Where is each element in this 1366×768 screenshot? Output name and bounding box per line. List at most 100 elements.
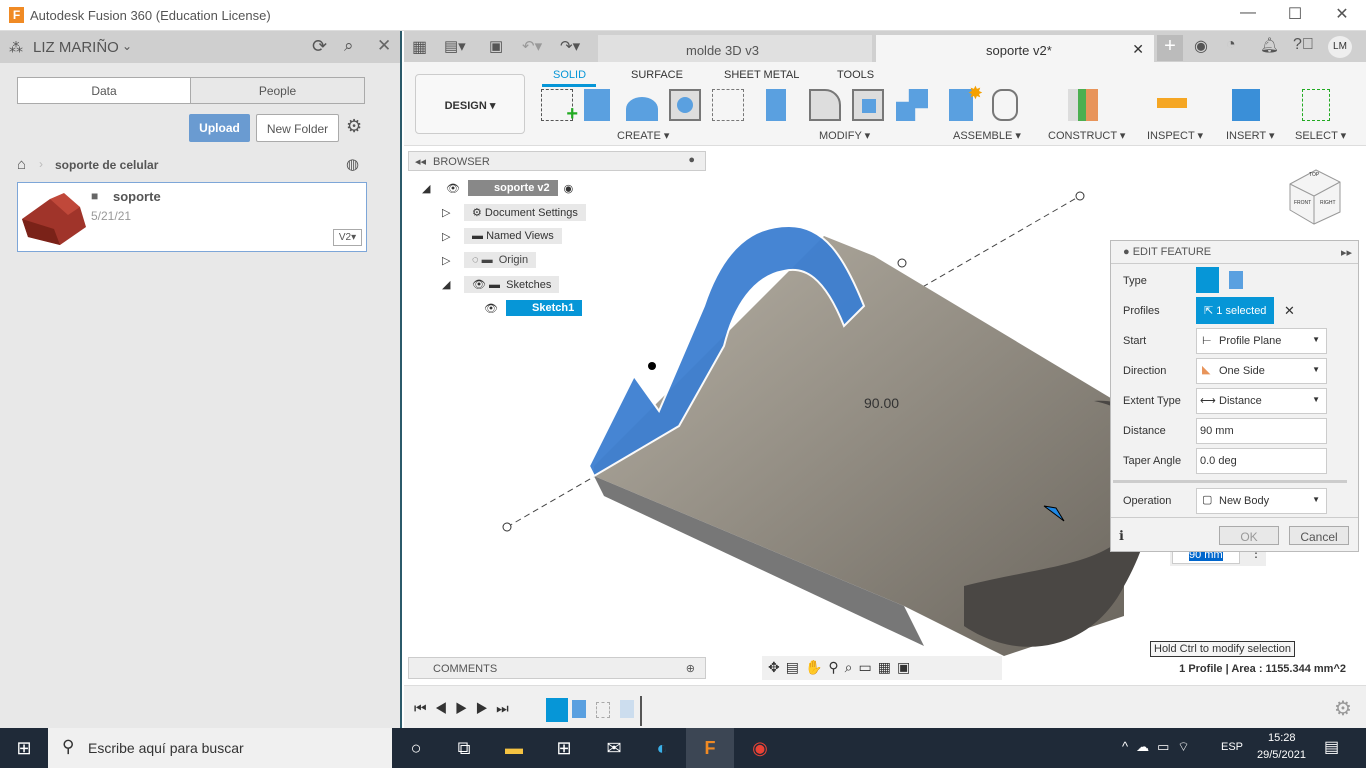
modify-menu[interactable]: MODIFY ▾ xyxy=(819,129,870,142)
fillet-icon[interactable] xyxy=(809,89,841,121)
select-window-icon[interactable] xyxy=(1302,89,1330,121)
type-solid-button[interactable] xyxy=(1196,267,1219,293)
workspace-dropdown[interactable]: DESIGN ▾ xyxy=(415,74,525,134)
tab-soporte-v2[interactable]: soporte v2* ✕ xyxy=(876,35,1154,62)
combine-icon[interactable] xyxy=(896,89,928,121)
file-explorer-icon[interactable]: ▬ xyxy=(490,728,538,768)
select-menu[interactable]: SELECT ▾ xyxy=(1295,129,1346,142)
create-sketch-icon[interactable]: + xyxy=(541,89,578,125)
start-dropdown[interactable]: ⊢ Profile Plane ▼ xyxy=(1196,328,1327,354)
pan-icon[interactable]: ✋ xyxy=(805,659,828,675)
operation-dropdown[interactable]: ▢ New Body ▼ xyxy=(1196,488,1327,514)
tab-surface[interactable]: SURFACE xyxy=(631,69,683,81)
axis-endpoint[interactable] xyxy=(502,522,512,532)
axis-endpoint[interactable] xyxy=(1075,191,1085,201)
extrude-icon[interactable] xyxy=(584,89,610,121)
extensions-icon[interactable]: ◉ xyxy=(1194,36,1208,56)
minimize-button[interactable]: — xyxy=(1228,4,1268,26)
inspect-menu[interactable]: INSPECT ▾ xyxy=(1147,129,1203,142)
joint-icon[interactable] xyxy=(992,89,1018,121)
chrome-icon[interactable]: ◉ xyxy=(736,728,784,768)
tab-sheet-metal[interactable]: SHEET METAL xyxy=(724,69,799,81)
expand-icon[interactable]: ▸▸ xyxy=(1341,246,1352,259)
version-dropdown[interactable]: V2▾ xyxy=(333,229,362,246)
fusion-taskbar-icon[interactable]: F xyxy=(686,728,734,768)
look-at-icon[interactable]: ▤ xyxy=(786,659,805,675)
redo-icon[interactable]: ↷▾ xyxy=(560,37,580,55)
revolve-icon[interactable] xyxy=(626,97,658,121)
taskbar-search[interactable]: ⚲ Escribe aquí para buscar xyxy=(48,728,392,768)
timeline-sketch-item[interactable] xyxy=(546,698,568,722)
file-menu-icon[interactable]: ▤▾ xyxy=(444,37,466,55)
assemble-menu[interactable]: ASSEMBLE ▾ xyxy=(953,129,1021,142)
gear-icon[interactable]: ⚙ xyxy=(346,116,362,137)
add-comment-icon[interactable]: ⊕ xyxy=(686,662,695,675)
profiles-selection[interactable]: ⇱ 1 selected xyxy=(1196,297,1274,324)
tab-solid[interactable]: SOLID xyxy=(553,69,586,81)
file-card[interactable]: ■ soporte 5/21/21 V2▾ xyxy=(17,182,367,252)
tab-data[interactable]: Data xyxy=(17,77,191,104)
timeline-settings-icon[interactable]: ⚙ xyxy=(1334,696,1352,721)
display-settings-icon[interactable]: ▭ xyxy=(859,659,878,675)
mail-icon[interactable]: ✉ xyxy=(590,728,638,768)
hole-icon[interactable] xyxy=(669,89,701,121)
insert-menu[interactable]: INSERT ▾ xyxy=(1226,129,1275,142)
search-icon[interactable]: ⌕ xyxy=(344,36,354,56)
collapse-icon[interactable]: ◂◂ xyxy=(415,155,426,168)
tab-people[interactable]: People xyxy=(190,77,365,104)
ok-button[interactable]: OK xyxy=(1219,526,1279,545)
timeline-extrude-item[interactable] xyxy=(620,700,634,718)
viewcube-top[interactable]: TOP xyxy=(1309,172,1319,178)
tree-item-document-settings[interactable]: ▷ ⚙ Document Settings xyxy=(422,202,702,222)
refresh-icon[interactable]: ⟳ xyxy=(312,36,327,57)
fit-icon[interactable]: ⌕ xyxy=(845,659,859,675)
cancel-button[interactable]: Cancel xyxy=(1289,526,1349,545)
grid-menu-icon[interactable]: ▦ xyxy=(412,37,427,57)
taper-angle-field[interactable]: 0.0 deg xyxy=(1196,448,1327,474)
language-indicator[interactable]: ESP xyxy=(1221,741,1243,753)
home-icon[interactable]: ⌂ xyxy=(17,156,26,173)
close-panel-icon[interactable]: ✕ xyxy=(377,36,391,56)
close-tab-icon[interactable]: ✕ xyxy=(1132,41,1144,58)
globe-icon[interactable]: ◍ xyxy=(346,155,359,173)
measure-icon[interactable] xyxy=(1157,98,1187,108)
axis-endpoint[interactable] xyxy=(897,258,907,268)
clock-date[interactable]: 29/5/2021 xyxy=(1257,749,1306,761)
undo-icon[interactable]: ↶▾ xyxy=(522,37,542,55)
info-icon[interactable]: ℹ xyxy=(1119,528,1124,544)
construct-menu[interactable]: CONSTRUCT ▾ xyxy=(1048,129,1125,142)
press-pull-icon[interactable] xyxy=(766,89,786,121)
viewcube-front[interactable]: FRONT xyxy=(1294,200,1311,206)
timeline-extrude-item[interactable] xyxy=(572,700,586,718)
zoom-icon[interactable]: ⚲ xyxy=(828,659,844,675)
distance-field[interactable]: 90 mm xyxy=(1196,418,1327,444)
direction-dropdown[interactable]: ◣ One Side ▼ xyxy=(1196,358,1327,384)
browser-header[interactable]: ◂◂ BROWSER ● xyxy=(408,151,706,171)
job-status-icon[interactable]: ◔ xyxy=(1226,36,1236,54)
tree-item-sketch1[interactable]: 👁︎ Sketch1 xyxy=(422,298,702,318)
timeline-marker[interactable] xyxy=(640,696,642,726)
new-tab-icon[interactable]: + xyxy=(1157,35,1183,61)
comments-header[interactable]: COMMENTS ⊕ xyxy=(408,657,706,679)
edge-icon[interactable]: ◐ xyxy=(638,728,686,768)
system-tray-icons[interactable]: ^☁▭⌔ xyxy=(1122,739,1198,755)
create-menu[interactable]: CREATE ▾ xyxy=(617,129,669,142)
user-name[interactable]: LIZ MARIÑO xyxy=(33,39,119,56)
help-icon[interactable]: ?⃝ xyxy=(1293,36,1314,54)
file-name[interactable]: soporte xyxy=(113,189,161,204)
minus-icon[interactable]: ● xyxy=(688,154,695,166)
shell-icon[interactable] xyxy=(852,89,884,121)
dialog-header[interactable]: ● EDIT FEATURE ▸▸ xyxy=(1111,241,1358,264)
offset-plane-icon[interactable] xyxy=(1068,89,1098,121)
tree-item-named-views[interactable]: ▷ ▬ Named Views xyxy=(422,226,702,246)
breadcrumb[interactable]: soporte de celular xyxy=(55,158,158,172)
viewcube[interactable]: TOP FRONT RIGHT xyxy=(1286,166,1342,226)
insert-image-icon[interactable] xyxy=(1232,89,1260,121)
extent-type-dropdown[interactable]: ⟷ Distance ▼ xyxy=(1196,388,1327,414)
chevron-down-icon[interactable]: ⌄ xyxy=(122,39,132,53)
task-view-icon[interactable]: ⧉ xyxy=(440,728,488,768)
type-thin-button[interactable] xyxy=(1229,271,1243,289)
tab-tools[interactable]: TOOLS xyxy=(837,69,874,81)
tree-item-sketches[interactable]: ◢ 👁︎ ▬ Sketches xyxy=(422,274,702,294)
tab-molde-3d-v3[interactable]: molde 3D v3 xyxy=(598,35,872,62)
